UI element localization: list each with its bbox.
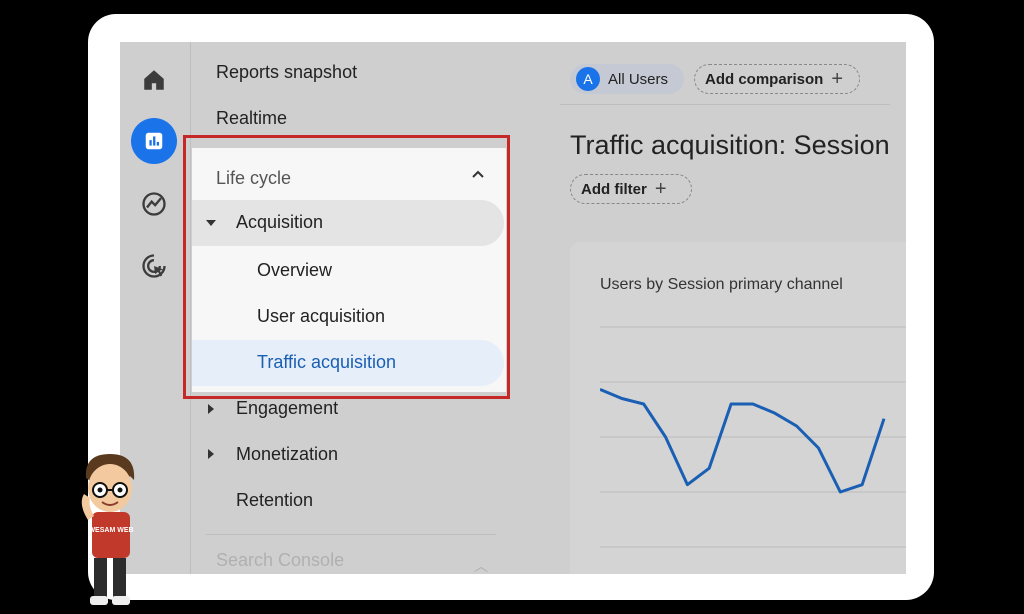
add-filter-label: Add filter — [581, 180, 647, 198]
home-icon[interactable] — [134, 60, 174, 100]
plus-icon: + — [831, 68, 844, 90]
cartoon-character-icon: WESAM WEB — [81, 454, 135, 605]
add-comparison-button[interactable]: Add comparison + — [694, 64, 860, 94]
shirt-text: WESAM WEB — [88, 527, 133, 534]
chart-title: Users by Session primary channel — [600, 276, 843, 293]
chevron-up-icon[interactable]: ︿ — [474, 556, 488, 574]
chevron-right-icon[interactable] — [208, 404, 214, 414]
series-line-0 — [600, 387, 886, 494]
all-users-chip[interactable]: A All Users — [570, 64, 684, 94]
explore-icon[interactable] — [134, 184, 174, 224]
nav-realtime[interactable]: Realtime — [216, 108, 287, 129]
plus-icon: + — [654, 178, 667, 200]
main-content: A All Users Add comparison + Traffic acq… — [560, 42, 906, 574]
chevron-right-icon[interactable] — [208, 449, 214, 459]
nav-divider — [206, 534, 496, 535]
all-users-label: All Users — [608, 70, 669, 88]
line-chart — [600, 326, 906, 548]
header-divider — [560, 104, 890, 105]
nav-retention[interactable]: Retention — [236, 490, 313, 511]
highlight-box — [183, 135, 510, 399]
nav-reports-snapshot[interactable]: Reports snapshot — [216, 62, 357, 83]
reports-icon[interactable] — [131, 118, 177, 164]
add-comparison-label: Add comparison — [705, 70, 824, 88]
nav-search-console[interactable]: Search Console — [216, 550, 344, 571]
nav-engagement[interactable]: Engagement — [236, 398, 338, 419]
add-filter-button[interactable]: Add filter + — [570, 174, 692, 204]
page-title: Traffic acquisition: Session — [570, 130, 890, 160]
avatar: A — [576, 67, 600, 91]
advertising-icon[interactable] — [134, 246, 174, 286]
nav-monetization[interactable]: Monetization — [236, 444, 338, 465]
